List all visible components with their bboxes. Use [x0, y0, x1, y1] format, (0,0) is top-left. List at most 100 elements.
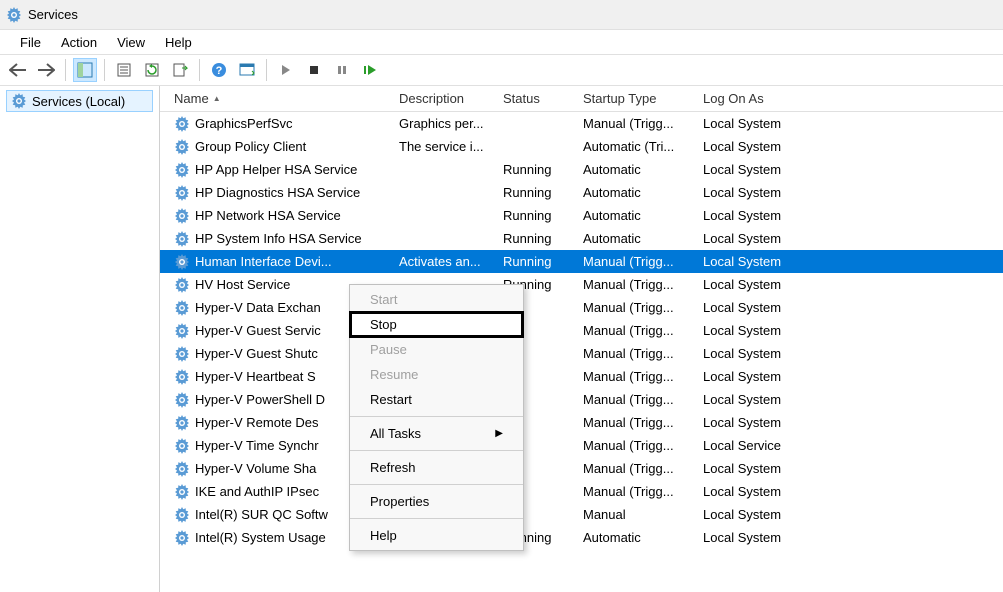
service-row[interactable]: Hyper-V Volume ShaManual (Trigg...Local …	[160, 457, 1003, 480]
stop-service-button[interactable]	[302, 58, 326, 82]
cell-startup: Automatic (Tri...	[575, 139, 695, 154]
service-row[interactable]: HP App Helper HSA ServiceRunningAutomati…	[160, 158, 1003, 181]
cell-status: Running	[495, 208, 575, 223]
service-row[interactable]: Hyper-V Time SynchrManual (Trigg...Local…	[160, 434, 1003, 457]
service-name: HP App Helper HSA Service	[195, 162, 357, 177]
cell-logon: Local Service	[695, 438, 805, 453]
menu-help[interactable]: Help	[155, 32, 202, 53]
menu-file[interactable]: File	[10, 32, 51, 53]
app-title: Services	[28, 7, 78, 22]
back-button[interactable]	[6, 58, 30, 82]
ctx-stop[interactable]: Stop	[350, 312, 523, 337]
service-row[interactable]: Hyper-V Data ExchanManual (Trigg...Local…	[160, 296, 1003, 319]
toolbar-separator	[266, 59, 267, 81]
cell-logon: Local System	[695, 231, 805, 246]
ctx-refresh[interactable]: Refresh	[350, 455, 523, 480]
service-name: IKE and AuthIP IPsec	[195, 484, 319, 499]
cell-status: Running	[495, 185, 575, 200]
cell-logon: Local System	[695, 139, 805, 154]
pause-service-button[interactable]	[330, 58, 354, 82]
column-header-status[interactable]: Status	[495, 87, 575, 110]
gear-icon	[174, 185, 190, 201]
ctx-all-tasks-label: All Tasks	[370, 426, 421, 441]
forward-button[interactable]	[34, 58, 58, 82]
toolbar: ?	[0, 54, 1003, 86]
tree-pane-icon	[77, 62, 93, 78]
arrow-left-icon	[9, 63, 27, 77]
show-hide-tree-button[interactable]	[73, 58, 97, 82]
cell-startup: Manual	[575, 507, 695, 522]
gear-icon	[174, 438, 190, 454]
ctx-properties[interactable]: Properties	[350, 489, 523, 514]
manage-button[interactable]	[235, 58, 259, 82]
cell-name: HP System Info HSA Service	[166, 231, 391, 247]
cell-name: HP Network HSA Service	[166, 208, 391, 224]
service-row[interactable]: Group Policy ClientThe service i...Autom…	[160, 135, 1003, 158]
refresh-button[interactable]	[140, 58, 164, 82]
service-row[interactable]: Intel(R) System UsageRunningAutomaticLoc…	[160, 526, 1003, 549]
gear-icon	[174, 254, 190, 270]
service-row[interactable]: Hyper-V Remote DesManual (Trigg...Local …	[160, 411, 1003, 434]
service-row[interactable]: Human Interface Devi...Activates an...Ru…	[160, 250, 1003, 273]
service-row[interactable]: Hyper-V PowerShell DManual (Trigg...Loca…	[160, 388, 1003, 411]
column-header-description[interactable]: Description	[391, 87, 495, 110]
cell-name: Human Interface Devi...	[166, 254, 391, 270]
service-row[interactable]: Hyper-V Guest ShutcManual (Trigg...Local…	[160, 342, 1003, 365]
ctx-all-tasks[interactable]: All Tasks ▶	[350, 421, 523, 446]
service-name: Hyper-V Guest Shutc	[195, 346, 318, 361]
ctx-restart[interactable]: Restart	[350, 387, 523, 412]
cell-logon: Local System	[695, 369, 805, 384]
cell-startup: Manual (Trigg...	[575, 484, 695, 499]
service-row[interactable]: GraphicsPerfSvcGraphics per...Manual (Tr…	[160, 112, 1003, 135]
cell-logon: Local System	[695, 300, 805, 315]
cell-startup: Manual (Trigg...	[575, 323, 695, 338]
export-icon	[172, 62, 188, 78]
service-row[interactable]: Hyper-V Heartbeat SManual (Trigg...Local…	[160, 365, 1003, 388]
column-header-startup[interactable]: Startup Type	[575, 87, 695, 110]
column-header-row: Name ▲ Description Status Startup Type L…	[160, 86, 1003, 112]
service-name: Hyper-V Volume Sha	[195, 461, 316, 476]
cell-logon: Local System	[695, 507, 805, 522]
arrow-right-icon	[37, 63, 55, 77]
service-row[interactable]: HP System Info HSA ServiceRunningAutomat…	[160, 227, 1003, 250]
cell-status: Running	[495, 254, 575, 269]
column-header-name[interactable]: Name ▲	[166, 87, 391, 110]
gear-icon	[174, 116, 190, 132]
column-header-logon[interactable]: Log On As	[695, 87, 805, 110]
service-row[interactable]: HP Diagnostics HSA ServiceRunningAutomat…	[160, 181, 1003, 204]
menu-action[interactable]: Action	[51, 32, 107, 53]
service-rows[interactable]: GraphicsPerfSvcGraphics per... Manual (Tr…	[160, 112, 1003, 592]
service-row[interactable]: IKE and AuthIP IPsecManual (Trigg...Loca…	[160, 480, 1003, 503]
restart-service-button[interactable]	[358, 58, 382, 82]
export-list-button[interactable]	[168, 58, 192, 82]
cell-logon: Local System	[695, 277, 805, 292]
cell-name: GraphicsPerfSvc	[166, 116, 391, 132]
toolbar-separator	[104, 59, 105, 81]
ctx-help[interactable]: Help	[350, 523, 523, 548]
cell-name: HP App Helper HSA Service	[166, 162, 391, 178]
start-service-button[interactable]	[274, 58, 298, 82]
gear-icon	[174, 392, 190, 408]
titlebar: Services	[0, 0, 1003, 30]
service-name: Intel(R) SUR QC Softw	[195, 507, 328, 522]
cell-status: Running	[495, 162, 575, 177]
help-button[interactable]: ?	[207, 58, 231, 82]
stop-icon	[308, 64, 320, 76]
sidebar-item-services-local[interactable]: Services (Local)	[6, 90, 153, 112]
service-row[interactable]: HP Network HSA ServiceRunningAutomaticLo…	[160, 204, 1003, 227]
cell-startup: Automatic	[575, 185, 695, 200]
menu-view[interactable]: View	[107, 32, 155, 53]
cell-logon: Local System	[695, 116, 805, 131]
column-header-label: Name	[174, 91, 209, 106]
service-name: Hyper-V Remote Des	[195, 415, 319, 430]
cell-logon: Local System	[695, 415, 805, 430]
cell-startup: Manual (Trigg...	[575, 300, 695, 315]
service-row[interactable]: HV Host ServiceRunningManual (Trigg...Lo…	[160, 273, 1003, 296]
service-row[interactable]: Hyper-V Guest ServicManual (Trigg...Loca…	[160, 319, 1003, 342]
chevron-right-icon: ▶	[495, 428, 503, 439]
gear-icon	[174, 415, 190, 431]
service-row[interactable]: Intel(R) SUR QC Softw ManualLocal System	[160, 503, 1003, 526]
properties-button[interactable]	[112, 58, 136, 82]
cell-desc: Graphics per...	[391, 116, 495, 131]
cell-logon: Local System	[695, 254, 805, 269]
